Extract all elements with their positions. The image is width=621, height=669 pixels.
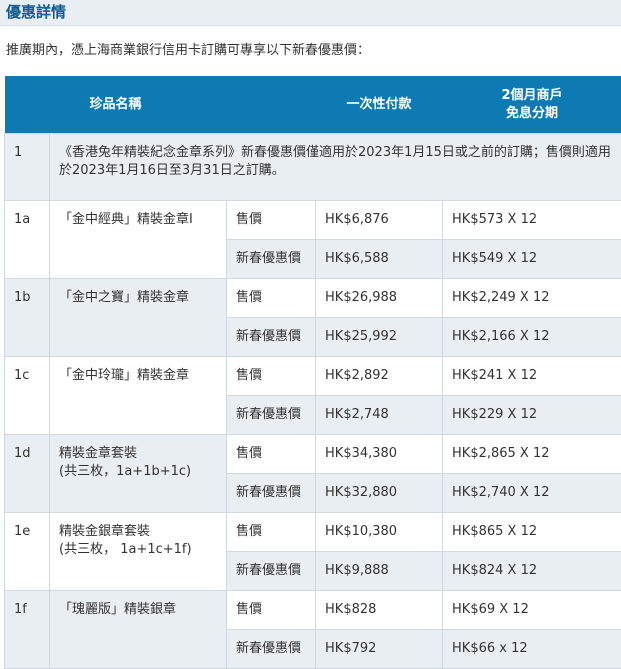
price-type: 售價 (227, 513, 316, 552)
table-row: 1f 「瑰麗版」精裝銀章 售價 HK$828 HK$69 X 12 (5, 591, 621, 630)
item-name-line1: 精裝金章套裝 (59, 445, 226, 463)
instalment-price: HK$229 X 12 (443, 396, 621, 435)
lump-sum-price: HK$10,380 (316, 513, 443, 552)
instalment-price: HK$2,740 X 12 (443, 474, 621, 513)
instalment-price: HK$573 X 12 (443, 201, 621, 240)
price-type: 新春優惠價 (227, 474, 316, 513)
instalment-price: HK$549 X 12 (443, 240, 621, 279)
table-row: 1e 精裝金銀章套裝 (共三枚， 1a+1c+1f) 售價 HK$10,380 … (5, 513, 621, 552)
lump-sum-price: HK$828 (316, 591, 443, 630)
price-type: 售價 (227, 201, 316, 240)
instalment-price: HK$865 X 12 (443, 513, 621, 552)
price-type: 售價 (227, 591, 316, 630)
lump-sum-price: HK$2,748 (316, 396, 443, 435)
instalment-price: HK$69 X 12 (443, 591, 621, 630)
note-id: 1 (5, 134, 50, 201)
item-name-line1: 「金中經典」精裝金章I (59, 211, 226, 229)
header-price-type (227, 76, 316, 134)
item-name-line1: 「金中之寶」精裝金章 (59, 289, 226, 307)
pricing-table: 珍品名稱 一次性付款 2個月商戶 免息分期 1 《香港兔年精裝紀念金章系列》新春… (4, 76, 621, 669)
note-text: 《香港兔年精裝紀念金章系列》新春優惠價僅適用於2023年1月15日或之前的訂購；… (50, 134, 621, 201)
lump-sum-price: HK$26,988 (316, 279, 443, 318)
item-name-line2: (共三枚， 1a+1c+1f) (59, 541, 226, 559)
item-name-line2: (共三枚，1a+1b+1c) (59, 463, 226, 481)
header-instalment-line2: 免息分期 (443, 105, 621, 123)
item-id: 1e (5, 513, 50, 591)
price-type: 新春優惠價 (227, 630, 316, 669)
price-type: 售價 (227, 279, 316, 318)
price-type: 新春優惠價 (227, 240, 316, 279)
table-row: 1a 「金中經典」精裝金章I 售價 HK$6,876 HK$573 X 12 (5, 201, 621, 240)
price-type: 新春優惠價 (227, 552, 316, 591)
lump-sum-price: HK$34,380 (316, 435, 443, 474)
instalment-price: HK$66 x 12 (443, 630, 621, 669)
table-row: 1d 精裝金章套裝 (共三枚，1a+1b+1c) 售價 HK$34,380 HK… (5, 435, 621, 474)
header-instalment-line1: 2個月商戶 (443, 87, 621, 105)
item-name: 「金中玲瓏」精裝金章 (50, 357, 227, 435)
header-item-name: 珍品名稱 (5, 76, 227, 134)
item-id: 1c (5, 357, 50, 435)
instalment-price: HK$241 X 12 (443, 357, 621, 396)
price-type: 新春優惠價 (227, 396, 316, 435)
lump-sum-price: HK$6,588 (316, 240, 443, 279)
lump-sum-price: HK$9,888 (316, 552, 443, 591)
item-name-line1: 精裝金銀章套裝 (59, 523, 226, 541)
note-row: 1 《香港兔年精裝紀念金章系列》新春優惠價僅適用於2023年1月15日或之前的訂… (5, 134, 621, 201)
lump-sum-price: HK$25,992 (316, 318, 443, 357)
instalment-price: HK$2,865 X 12 (443, 435, 621, 474)
price-type: 售價 (227, 435, 316, 474)
table-header-row: 珍品名稱 一次性付款 2個月商戶 免息分期 (5, 76, 621, 134)
item-name: 精裝金銀章套裝 (共三枚， 1a+1c+1f) (50, 513, 227, 591)
item-name: 「金中經典」精裝金章I (50, 201, 227, 279)
item-name-line1: 「金中玲瓏」精裝金章 (59, 367, 226, 385)
instalment-price: HK$824 X 12 (443, 552, 621, 591)
instalment-price: HK$2,166 X 12 (443, 318, 621, 357)
section-title: 優惠詳情 (0, 0, 621, 26)
lump-sum-price: HK$2,892 (316, 357, 443, 396)
item-id: 1b (5, 279, 50, 357)
header-instalment: 2個月商戶 免息分期 (443, 76, 621, 134)
lump-sum-price: HK$32,880 (316, 474, 443, 513)
item-name-line1: 「瑰麗版」精裝銀章 (59, 601, 226, 619)
item-id: 1a (5, 201, 50, 279)
table-row: 1b 「金中之寶」精裝金章 售價 HK$26,988 HK$2,249 X 12 (5, 279, 621, 318)
instalment-price: HK$2,249 X 12 (443, 279, 621, 318)
price-type: 新春優惠價 (227, 318, 316, 357)
price-type: 售價 (227, 357, 316, 396)
lump-sum-price: HK$792 (316, 630, 443, 669)
lump-sum-price: HK$6,876 (316, 201, 443, 240)
item-id: 1d (5, 435, 50, 513)
item-name: 「金中之寶」精裝金章 (50, 279, 227, 357)
item-name: 精裝金章套裝 (共三枚，1a+1b+1c) (50, 435, 227, 513)
table-row: 1c 「金中玲瓏」精裝金章 售價 HK$2,892 HK$241 X 12 (5, 357, 621, 396)
header-lump-sum: 一次性付款 (316, 76, 443, 134)
promo-intro-text: 推廣期內，憑上海商業銀行信用卡訂購可專享以下新春優惠價： (0, 26, 621, 76)
